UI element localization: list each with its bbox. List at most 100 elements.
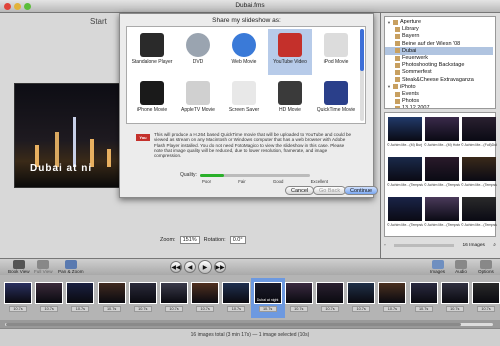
play-icon[interactable]: ▶	[198, 260, 212, 274]
frame-duration[interactable]: 10.7s	[477, 306, 495, 312]
share-sheet: Share my slideshow as: Standalone Player…	[119, 13, 379, 198]
frame-duration[interactable]: 10.7s	[102, 306, 121, 312]
zoom-field[interactable]: 151%	[179, 236, 200, 244]
frame-duration[interactable]: 10.7s	[258, 306, 277, 312]
frame-duration[interactable]: 10.7s	[227, 306, 246, 312]
share-option[interactable]: iPhone Movie	[130, 77, 174, 123]
source-item-label: iPhoto	[399, 83, 416, 90]
cancel-button[interactable]: Cancel	[285, 186, 315, 195]
share-option[interactable]: Standalone Player	[130, 29, 174, 75]
album-icon	[395, 77, 400, 83]
slide-caption[interactable]: Dubai at ni	[30, 163, 92, 174]
filmstrip-frame[interactable]	[472, 282, 500, 304]
browser-thumbnail[interactable]	[462, 197, 496, 221]
main-toolbar: Book View Full View Pan & Zoom ◀◀ ◀ ▶ ▶▶…	[0, 258, 500, 275]
rotation-field[interactable]: 0.0°	[229, 236, 246, 244]
share-option[interactable]: AppleTV Movie	[176, 77, 220, 123]
hd-icon	[278, 81, 302, 105]
go-back-button[interactable]: Go Back	[313, 186, 347, 195]
rewind-icon[interactable]: ◀◀	[170, 261, 182, 273]
thumbnail-caption: © Achim Me...(M) Hotel	[424, 143, 460, 147]
filmstrip-frame[interactable]	[35, 282, 64, 304]
source-item-label: Library	[402, 26, 419, 33]
frame-duration[interactable]: 10.7s	[352, 306, 371, 312]
frame-duration[interactable]: 10.7s	[40, 306, 59, 312]
filmstrip-frame[interactable]	[160, 282, 188, 304]
browser-thumbnail[interactable]	[462, 157, 496, 181]
frame-duration[interactable]: 10.7s	[196, 306, 215, 312]
grid-scrollbar[interactable]	[360, 29, 364, 121]
browser-thumbnail[interactable]	[462, 117, 496, 141]
options-button[interactable]: Options	[478, 260, 494, 274]
filmstrip-frame[interactable]	[316, 282, 344, 304]
filmstrip-frame[interactable]	[440, 282, 469, 304]
thumbnail-caption: © Achim Me...(Tempstable)	[424, 183, 460, 187]
filmstrip-frame[interactable]	[284, 282, 313, 304]
thumb-size-slider[interactable]	[394, 243, 455, 247]
frame-duration[interactable]: 10.7s	[9, 306, 27, 312]
thumbnail-caption: © Achim Me...(M) Burj Al...	[387, 143, 423, 147]
album-icon	[395, 33, 400, 39]
share-option[interactable]: DVD	[176, 29, 220, 75]
browser-thumbnail[interactable]	[388, 117, 422, 141]
pan-zoom-button[interactable]: Pan & Zoom	[58, 260, 84, 274]
rotation-label: Rotation:	[203, 237, 226, 243]
filmstrip-frame[interactable]	[4, 282, 32, 304]
filmstrip-frame[interactable]	[222, 282, 251, 304]
search-icon[interactable]: ⌕	[493, 242, 496, 248]
disclosure-triangle-icon[interactable]: ▼	[387, 20, 391, 25]
filmstrip-frame[interactable]	[97, 282, 126, 304]
share-option[interactable]: Web Movie	[222, 29, 266, 75]
frame-duration[interactable]: 10.7s	[71, 306, 90, 312]
filmstrip-frame[interactable]	[409, 282, 438, 304]
share-option[interactable]: iPod Movie	[314, 29, 358, 75]
frame-caption: Dubai at night	[256, 298, 279, 302]
book-view-button[interactable]: Book View	[8, 260, 30, 274]
filmstrip-frame[interactable]: Dubai at night	[253, 282, 282, 304]
album-icon	[395, 69, 400, 75]
audio-button[interactable]: Audio	[455, 260, 467, 274]
thumbnail-caption: © Achim Me...(Tempstable)	[461, 223, 497, 227]
previous-icon[interactable]: ◀	[184, 261, 196, 273]
share-options-grid: Standalone Player DVD Web Movie YouTube Vid…	[126, 26, 366, 124]
filmstrip-frame[interactable]	[347, 282, 376, 304]
filmstrip-scrollbar[interactable]	[4, 322, 494, 327]
disclosure-triangle-icon[interactable]: ▼	[387, 84, 391, 89]
source-item[interactable]: 13.12.2007	[385, 104, 493, 108]
share-option[interactable]: HD Movie	[268, 77, 312, 123]
frame-duration[interactable]: 10.7s	[383, 306, 402, 312]
thumbnail-caption: © Achim Me...(Tempstable)	[387, 183, 423, 187]
share-option[interactable]: QuickTime Movie	[314, 77, 358, 123]
sheet-title: Share my slideshow as:	[212, 17, 281, 24]
forward-icon[interactable]: ▶▶	[214, 261, 226, 273]
continue-button[interactable]: Continue	[344, 186, 379, 195]
quality-slider[interactable]	[199, 173, 310, 177]
browser-thumbnail[interactable]	[388, 157, 422, 181]
filmstrip-frame[interactable]	[378, 282, 407, 304]
source-item-label: Feuerwerk	[402, 55, 428, 61]
image-count: 16 Images	[462, 242, 485, 248]
filmstrip-frame[interactable]	[66, 282, 95, 304]
frame-duration[interactable]: 10.7s	[165, 306, 183, 312]
full-view-button[interactable]: Full View	[34, 260, 53, 274]
images-button[interactable]: Images	[430, 260, 445, 274]
source-item-label: Photos	[402, 98, 420, 105]
share-option[interactable]: Screen Saver	[222, 77, 266, 123]
filmstrip-frame[interactable]	[128, 282, 157, 304]
pan-zoom-icon	[64, 260, 77, 269]
album-icon	[392, 84, 398, 90]
browser-thumbnail[interactable]	[425, 117, 459, 141]
frame-duration[interactable]: 10.7s	[414, 306, 433, 312]
album-icon	[395, 48, 400, 54]
quality-ticks: Poor Fair Good Excellent	[202, 179, 328, 184]
frame-duration[interactable]: 10.7s	[445, 306, 464, 312]
filmstrip-frame[interactable]	[191, 282, 220, 304]
frame-duration[interactable]: 10.7s	[321, 306, 339, 312]
browser-thumbnail[interactable]	[388, 197, 422, 221]
frame-duration[interactable]: 10.7s	[289, 306, 308, 312]
frame-duration[interactable]: 10.7s	[133, 306, 152, 312]
browser-thumbnail[interactable]	[425, 157, 459, 181]
browser-thumbnail[interactable]	[425, 197, 459, 221]
share-option-label: HD Movie	[279, 107, 301, 113]
share-option[interactable]: YouTube Video	[268, 29, 312, 75]
